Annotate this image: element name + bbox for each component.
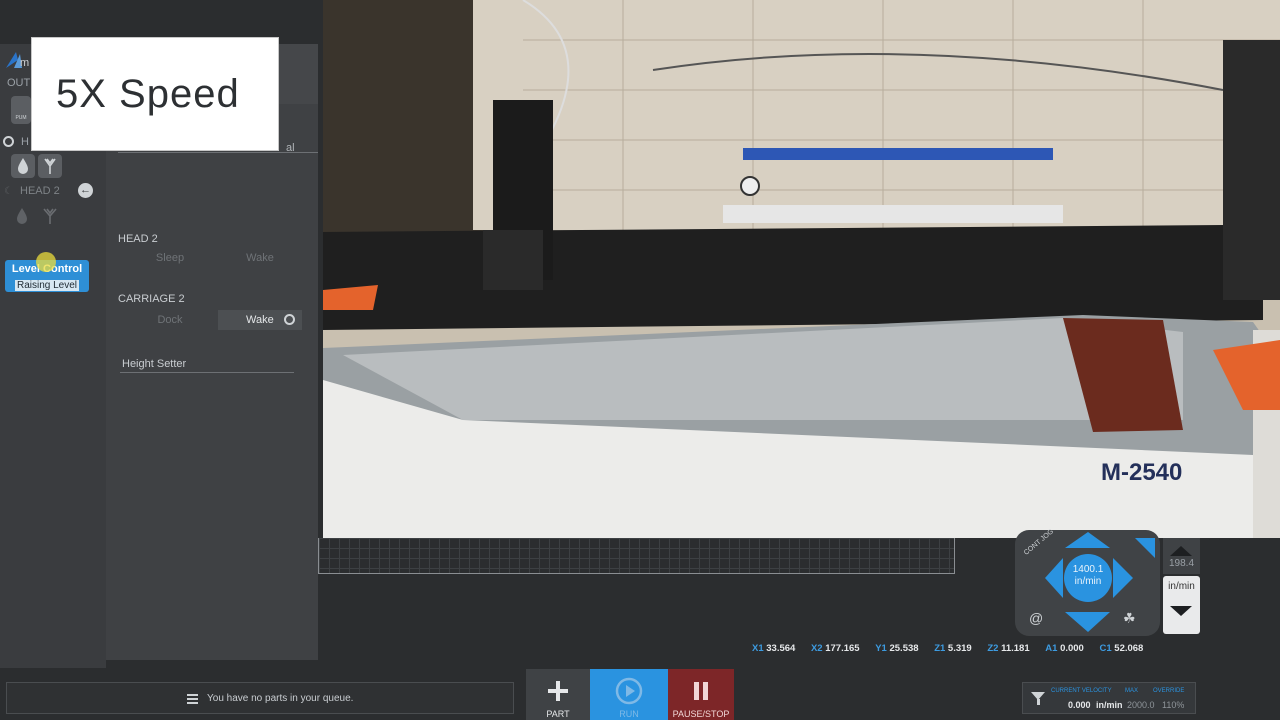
jog-speed-unit: in/min <box>1074 576 1102 587</box>
coord-value: 52.068 <box>1114 643 1144 654</box>
water-drop-icon <box>18 158 28 174</box>
level-control-status: Raising Level <box>14 280 80 291</box>
carriage-settings-icon[interactable] <box>284 314 295 325</box>
part-label: PART <box>546 709 570 719</box>
snail-slow-icon[interactable]: @ <box>1029 610 1043 626</box>
coord-axis: X1 <box>752 643 764 654</box>
axis-coordinates: X1 33.564 X2 177.165 Y1 25.538 Z1 5.319 … <box>752 643 1156 654</box>
height-setter-divider <box>120 372 294 373</box>
coord-x1: X1 33.564 <box>752 643 795 654</box>
cut-path-grid <box>318 538 955 574</box>
coord-axis: C1 <box>1099 643 1112 654</box>
jog-control: 1400.1 in/min CONT JOG @ ☘ <box>1015 528 1160 636</box>
height-setter-label: Height Setter <box>122 358 187 370</box>
carriage2-dock-button[interactable]: Dock <box>128 310 212 330</box>
coord-axis: A1 <box>1045 643 1058 654</box>
head2-label: HEAD 2 <box>20 185 60 197</box>
z-down-arrow-icon <box>1170 606 1192 616</box>
pause-stop-button[interactable]: PAUSE/STOP <box>668 669 734 720</box>
outputs-label: OUT <box>7 77 31 89</box>
logo-icon: m <box>6 52 29 69</box>
coord-a1: A1 0.000 <box>1045 643 1084 654</box>
abrasive-icon-head2[interactable] <box>40 207 60 225</box>
z-speed-value: 198.4 <box>1168 558 1195 569</box>
coord-x2: X2 177.165 <box>811 643 860 654</box>
max-label: MAX <box>1125 688 1139 694</box>
coord-z1: Z1 5.319 <box>934 643 972 654</box>
app-root: m OUT PUM H ☾ HEAD 2 ← Level Control Rai… <box>0 0 1280 720</box>
coord-z2: Z2 11.181 <box>987 643 1029 654</box>
coord-axis: Z2 <box>987 643 999 654</box>
velocity-unit: in/min <box>1096 700 1123 710</box>
speed-overlay-text: 5X Speed <box>56 72 240 116</box>
max-velocity-value: 2000.0 <box>1127 700 1155 710</box>
pause-icon <box>694 682 708 700</box>
coord-value: 5.319 <box>947 643 972 654</box>
camera-video: M-2540 <box>323 0 1280 538</box>
coord-axis: Y1 <box>875 643 887 654</box>
head2-sleep-button[interactable]: Sleep <box>128 248 212 268</box>
jog-right-arrow[interactable] <box>1113 558 1133 598</box>
pump-button[interactable]: PUM <box>11 96 31 124</box>
head1-label: H <box>21 136 29 148</box>
run-button[interactable]: RUN <box>590 669 668 720</box>
coord-axis: Z1 <box>934 643 946 654</box>
queue-message: You have no parts in your queue. <box>207 693 354 704</box>
carriage2-section-title: CARRIAGE 2 <box>118 293 185 305</box>
coord-value: 33.564 <box>766 643 796 654</box>
sleep-moon-icon: ☾ <box>4 186 13 197</box>
override-label: OVERRIDE <box>1153 688 1185 694</box>
water-drop-button[interactable] <box>11 154 35 178</box>
bottom-bar: You have no parts in your queue. PART RU… <box>0 668 1280 720</box>
head2-section-title: HEAD 2 <box>118 233 158 245</box>
svg-text:m: m <box>20 57 29 69</box>
current-velocity-value: 0.000 <box>1068 700 1091 710</box>
speed-overlay: 5X Speed <box>31 37 279 151</box>
jog-speed-readout: 1400.1 in/min <box>1067 564 1109 588</box>
z-axis-control: 198.4 in/min <box>1163 538 1200 634</box>
velocity-panel[interactable]: CURRENT VELOCITY MAX OVERRIDE 0.000 in/m… <box>1022 682 1196 714</box>
override-value: 110% <box>1162 700 1185 710</box>
part-queue[interactable]: You have no parts in your queue. <box>6 682 514 714</box>
jog-up-arrow[interactable] <box>1065 532 1110 548</box>
water-drop-icon-head2[interactable] <box>14 207 30 225</box>
z-speed-unit: in/min <box>1168 581 1195 592</box>
pause-stop-label: PAUSE/STOP <box>672 709 730 719</box>
divider <box>118 152 318 153</box>
coord-axis: X2 <box>810 643 823 654</box>
machine-label: M-2540 <box>1101 459 1182 486</box>
coord-c1: C1 52.068 <box>1099 643 1143 654</box>
run-label: RUN <box>619 709 639 719</box>
list-icon <box>187 694 198 704</box>
abrasive-button[interactable] <box>38 154 62 178</box>
coord-value: 177.165 <box>825 643 860 654</box>
turtle-speed-icon[interactable]: ☘ <box>1123 610 1136 627</box>
coord-value: 25.538 <box>889 643 919 654</box>
jog-speed-value: 1400.1 <box>1072 564 1104 575</box>
head2-wake-button[interactable]: Wake <box>218 248 302 268</box>
cursor-highlight <box>36 252 56 272</box>
pump-label: PUM <box>15 115 27 121</box>
jog-left-arrow[interactable] <box>1045 558 1063 598</box>
add-part-button[interactable]: PART <box>526 669 590 720</box>
machine-photo: M-2540 <box>323 0 1280 538</box>
jog-diagonal-arrow[interactable] <box>1135 538 1155 558</box>
back-arrow-icon[interactable]: ← <box>78 183 93 198</box>
current-velocity-label: CURRENT VELOCITY <box>1051 688 1112 694</box>
abrasive-icon <box>44 158 56 174</box>
filter-icon-stem <box>1037 699 1040 705</box>
gear-icon[interactable] <box>3 136 14 147</box>
coord-value: 11.181 <box>1001 643 1030 654</box>
play-icon <box>615 677 643 705</box>
jog-down-arrow[interactable] <box>1065 612 1110 632</box>
coord-value: 0.000 <box>1060 643 1084 654</box>
plus-icon <box>548 681 568 701</box>
coord-y1: Y1 25.538 <box>875 643 918 654</box>
